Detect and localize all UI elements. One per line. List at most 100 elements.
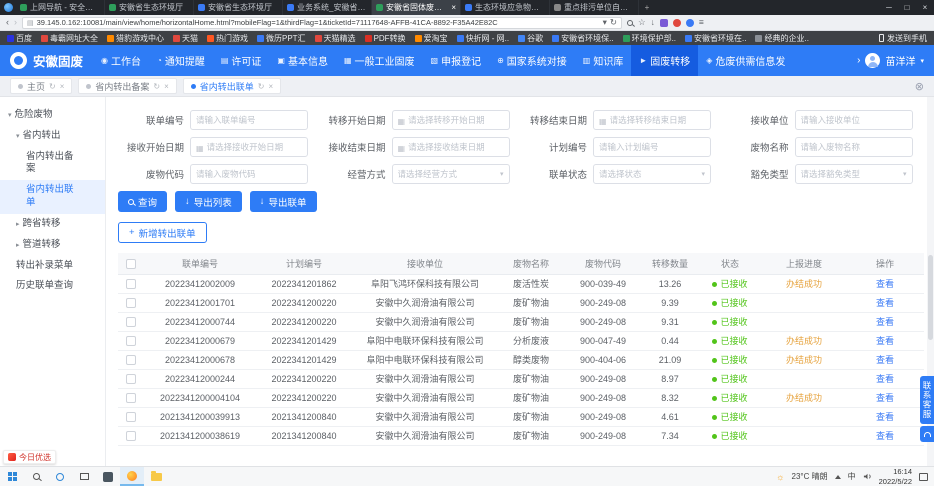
send-to-phone-button[interactable]: 发送到手机 [879,33,927,44]
browser-tab-active[interactable]: 安徽省固体废物管理 [372,0,461,15]
url-dropdown-icon[interactable] [603,18,607,27]
tab-refresh-icon[interactable] [49,82,56,91]
row-checkbox[interactable] [126,317,136,327]
nav-hazwaste-supply-demand[interactable]: ◈危废供需信息发 [698,45,793,76]
task-view-button[interactable] [72,467,96,486]
sidebar-item-transfer-out-manifest[interactable]: 省内转出联单 [0,180,105,214]
waste-name-input[interactable]: 请输入废物名称 [795,137,913,157]
sidebar-item-provincial-transfer-out[interactable]: 省内转出 [0,126,105,147]
bookmark[interactable]: 安徽省环境在.. [685,33,746,44]
url-input[interactable]: ▤ 39.145.0.162:10081/main/view/home/hori… [22,17,622,29]
close-all-tabs-icon[interactable] [915,80,924,93]
user-menu-caret-icon[interactable] [920,57,924,65]
table-row[interactable]: 20213412000386192021341200840安徽中久润滑油有限公司… [118,426,924,445]
nav-license[interactable]: ▤许可证 [213,45,270,76]
extension-icon[interactable] [686,19,694,27]
sidebar-item-pipeline-transfer[interactable]: 管道转移 [0,235,105,256]
view-link[interactable]: 查看 [876,374,894,384]
tab-close-icon[interactable] [269,82,274,91]
promo-widget[interactable]: 今日优选 [3,450,56,464]
manifest-no-input[interactable]: 请输入联单编号 [190,110,308,130]
receive-end-date-input[interactable]: 请选择接收结束日期 [392,137,510,157]
nav-declaration[interactable]: ▧申报登记 [423,45,490,76]
browser-tab[interactable]: 上网导航 - 安全实用... [16,0,105,15]
receiver-input[interactable]: 请输入接收单位 [795,110,913,130]
reload-icon[interactable] [610,18,617,27]
business-mode-select[interactable]: 请选择经营方式 [392,164,510,184]
customer-service-button[interactable] [920,426,934,442]
sidebar-item-supplementary-menu[interactable]: 转出补录菜单 [0,256,105,277]
tab-close-icon[interactable] [164,82,169,91]
favorites-star-icon[interactable]: ☆ [638,18,646,27]
table-row[interactable]: 202234120002442022341200220安徽中久润滑油有限公司废矿… [118,369,924,388]
row-checkbox[interactable] [126,374,136,384]
browser-tab[interactable]: 安徽省生态环境厅 [105,0,194,15]
plan-no-input[interactable]: 请输入计划编号 [593,137,711,157]
speaker-icon[interactable] [863,472,872,481]
search-icon[interactable] [627,20,633,26]
minimize-button[interactable] [880,3,898,12]
bookmark[interactable]: 猎豹游戏中心 [107,33,164,44]
nav-workbench[interactable]: ◉工作台 [93,45,149,76]
row-checkbox[interactable] [126,393,136,403]
view-link[interactable]: 查看 [876,279,894,289]
browser-logo-icon[interactable] [0,0,16,15]
row-checkbox[interactable] [126,298,136,308]
add-manifest-button[interactable]: 新增转出联单 [118,222,207,243]
table-row[interactable]: 202234120006792022341201429阜阳中电联环保科技有限公司… [118,331,924,350]
tray-expand-icon[interactable] [835,475,841,479]
bookmark[interactable]: PDF转换 [365,33,406,44]
maximize-button[interactable] [898,3,916,12]
sidebar-item-transfer-out-filing[interactable]: 省内转出备案 [0,147,105,181]
bookmark[interactable]: 天猫精选 [315,33,356,44]
nav-knowledge-base[interactable]: ▥知识库 [575,45,632,76]
taskbar-app-browser[interactable] [120,467,144,486]
manifest-status-select[interactable]: 请选择状态 [593,164,711,184]
bookmark[interactable]: 环境保护部.. [623,33,676,44]
view-link[interactable]: 查看 [876,355,894,365]
waste-code-input[interactable]: 请输入废物代码 [190,164,308,184]
scrollbar-thumb[interactable] [928,255,933,340]
sidebar-item-cross-province-transfer[interactable]: 跨省转移 [0,214,105,235]
browser-tab[interactable]: 生态环境应急物资调... [461,0,550,15]
nav-overflow-icon[interactable] [857,55,860,66]
view-link[interactable]: 查看 [876,298,894,308]
new-tab-button[interactable] [639,0,655,15]
nav-basic-info[interactable]: ▣基本信息 [269,45,336,76]
sidebar-item-hazardous-waste[interactable]: 危险废物 [0,105,105,126]
extension-icon[interactable] [660,19,668,27]
cortana-button[interactable] [48,467,72,486]
view-link[interactable]: 查看 [876,393,894,403]
table-row[interactable]: 20213412000399132021341200840安徽中久润滑油有限公司… [118,407,924,426]
taskbar-search-button[interactable] [24,467,48,486]
table-row[interactable]: 202234120007442022341200220安徽中久润滑油有限公司废矿… [118,312,924,331]
avatar[interactable] [865,53,880,68]
table-row[interactable]: 202234120020092022341201862阜阳飞鸿环保科技有限公司废… [118,274,924,293]
bookmark[interactable]: 谷歌 [518,33,543,44]
browser-tab[interactable]: 业务系统_安徽省生... [283,0,372,15]
taskbar-app-docs[interactable] [96,467,120,486]
nav-waste-transfer[interactable]: ►固废转移 [631,45,698,76]
nav-national-system[interactable]: ⊕国家系统对接 [489,45,575,76]
view-link[interactable]: 查看 [876,412,894,422]
row-checkbox[interactable] [126,431,136,441]
transfer-end-date-input[interactable]: 请选择转移结束日期 [593,110,711,130]
receive-start-date-input[interactable]: 请选择接收开始日期 [190,137,308,157]
sidebar-item-history-query[interactable]: 历史联单查询 [0,276,105,297]
taskbar-app-explorer[interactable] [144,467,168,486]
forward-icon[interactable]: › [14,18,17,27]
row-checkbox[interactable] [126,412,136,422]
page-tab-home[interactable]: 主页 [10,78,72,94]
bookmark[interactable]: 爱淘宝 [415,33,448,44]
browser-menu-icon[interactable] [699,18,704,27]
action-center-icon[interactable] [919,473,928,481]
contact-service-button[interactable]: 联系客服 [920,376,934,424]
nav-notifications[interactable]: ◔通知提醒 [149,45,213,76]
browser-tab[interactable]: 重点排污单位自动监... [550,0,639,15]
table-row[interactable]: 202234120006782022341201429阜阳中电联环保科技有限公司… [118,350,924,369]
table-row[interactable]: 20223412000041042022341200220安徽中久润滑油有限公司… [118,388,924,407]
clock[interactable]: 16:142022/5/22 [879,467,912,486]
bookmark[interactable]: 天猫 [173,33,198,44]
view-link[interactable]: 查看 [876,336,894,346]
bookmark[interactable]: 微历PPT汇 [257,33,306,44]
